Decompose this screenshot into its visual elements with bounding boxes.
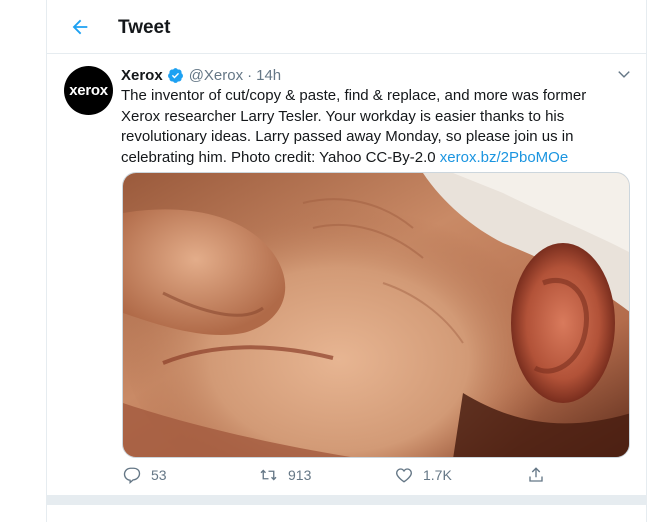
retweet-count: 913 xyxy=(288,467,312,483)
like-button[interactable]: 1.7K xyxy=(395,466,452,484)
chevron-down-icon xyxy=(618,71,630,78)
verified-badge-icon xyxy=(167,67,184,84)
timestamp[interactable]: 14h xyxy=(256,67,281,84)
share-button[interactable] xyxy=(527,466,545,484)
display-name[interactable]: Xerox xyxy=(121,67,163,84)
tweet-author-line: Xerox @Xerox · 14h xyxy=(121,65,281,85)
reply-icon xyxy=(123,467,141,484)
arrow-left-icon xyxy=(72,19,88,35)
top-bar: Tweet xyxy=(47,0,646,54)
page-title: Tweet xyxy=(118,17,171,38)
reply-button[interactable]: 53 xyxy=(123,466,167,484)
tweet-link[interactable]: xerox.bz/2PboMOe xyxy=(440,149,568,166)
tweet-text: The inventor of cut/copy & paste, find &… xyxy=(121,86,629,168)
tweet-photo[interactable] xyxy=(122,172,630,458)
tweet-actions: 53 913 1.7K xyxy=(121,466,561,490)
tweet-column: Tweet xerox Xerox @Xerox · 14h The inven… xyxy=(46,0,647,522)
avatar[interactable]: xerox xyxy=(64,66,113,115)
reply-count: 53 xyxy=(151,467,167,483)
like-count: 1.7K xyxy=(423,467,452,483)
separator-dot: · xyxy=(247,66,253,84)
tweet-menu-button[interactable] xyxy=(613,63,635,85)
retweet-button[interactable]: 913 xyxy=(259,466,311,484)
handle[interactable]: @Xerox xyxy=(189,67,243,84)
back-button[interactable] xyxy=(65,12,95,42)
share-icon xyxy=(529,467,543,482)
retweet-icon xyxy=(260,469,277,481)
photo-image xyxy=(123,173,629,457)
heart-icon xyxy=(396,468,412,483)
section-divider xyxy=(47,495,646,505)
scrollbar[interactable] xyxy=(658,0,672,522)
